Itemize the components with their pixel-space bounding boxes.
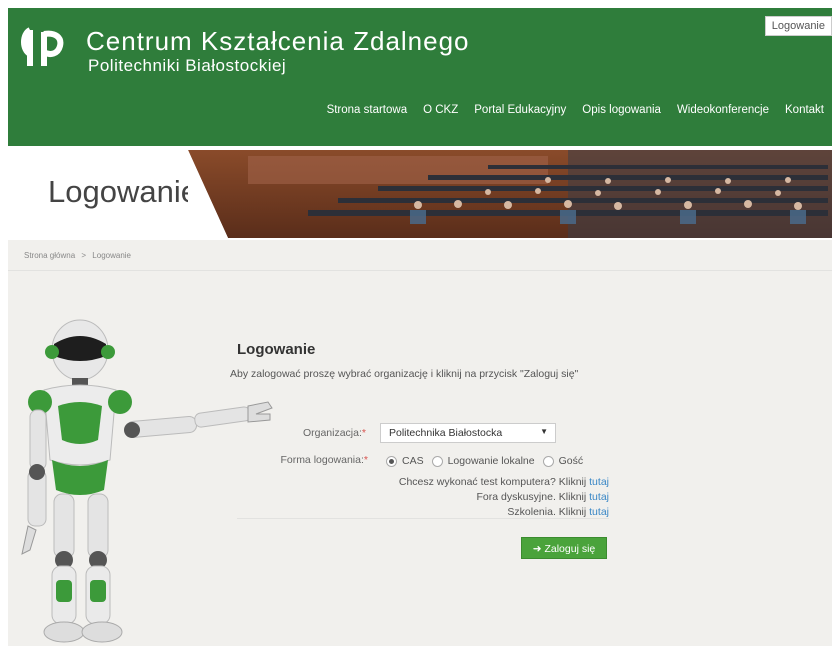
- info-row-computer-test: Chcesz wykonać test komputera? Kliknij t…: [398, 476, 609, 488]
- nav-portal[interactable]: Portal Edukacyjny: [466, 104, 574, 116]
- form-intro: Aby zalogować proszę wybrać organizację …: [230, 368, 579, 380]
- breadcrumb-separator: >: [81, 251, 87, 260]
- required-mark: *: [363, 454, 368, 466]
- info-row-forums: Fora dyskusyjne. Kliknij tutaj: [476, 491, 610, 503]
- login-method-options: CAS Logowanie lokalne Gość: [386, 455, 583, 467]
- login-method-label: Forma logowania:*: [280, 454, 368, 466]
- main-content: Strona główna > Logowanie Logowanie Aby …: [8, 240, 832, 646]
- nav-contact[interactable]: Kontakt: [777, 104, 832, 116]
- trainings-link[interactable]: tutaj: [589, 506, 609, 518]
- header-login-link[interactable]: Logowanie: [764, 16, 832, 36]
- site-title-line1: Centrum Kształcenia Zdalnego: [86, 26, 470, 56]
- radio-local[interactable]: Logowanie lokalne: [431, 455, 535, 467]
- radio-guest[interactable]: Gość: [542, 455, 583, 467]
- logo-icon: [21, 27, 64, 66]
- page-banner: Logowanie: [8, 150, 832, 238]
- login-submit-button[interactable]: ➜ Zaloguj się: [521, 537, 607, 559]
- arrow-right-icon: ➜: [532, 543, 542, 555]
- breadcrumb-home[interactable]: Strona główna: [24, 251, 75, 260]
- site-title-line2: Politechniki Białostockiej: [88, 56, 287, 75]
- required-mark: *: [361, 427, 366, 439]
- breadcrumb: Strona główna > Logowanie: [24, 251, 131, 260]
- radio-icon: [431, 455, 443, 467]
- banner-title: Logowanie: [48, 174, 198, 209]
- nav-videoconference[interactable]: Wideokonferencje: [669, 104, 777, 116]
- computer-test-link[interactable]: tutaj: [589, 476, 609, 488]
- nav-login-guide[interactable]: Opis logowania: [574, 104, 669, 116]
- site-header: Centrum Kształcenia Zdalnego Politechnik…: [8, 8, 832, 146]
- radio-cas[interactable]: CAS: [386, 455, 424, 467]
- robot-illustration: [21, 319, 273, 643]
- forums-link[interactable]: tutaj: [589, 491, 609, 503]
- nav-about[interactable]: O CKZ: [415, 104, 466, 116]
- organization-select[interactable]: Politechnika Białostocka ▼: [380, 423, 556, 443]
- form-divider: [237, 518, 609, 519]
- breadcrumb-divider: [8, 270, 832, 271]
- lecture-hall-photo: [188, 150, 832, 238]
- chevron-down-icon: ▼: [540, 427, 548, 436]
- radio-icon: [542, 455, 554, 467]
- radio-checked-icon: [386, 455, 397, 467]
- organization-label: Organizacja:*: [302, 427, 366, 439]
- nav-home[interactable]: Strona startowa: [319, 104, 416, 116]
- breadcrumb-current: Logowanie: [92, 251, 131, 260]
- main-nav: Strona startowa O CKZ Portal Edukacyjny …: [319, 104, 832, 116]
- info-row-trainings: Szkolenia. Kliknij tutaj: [507, 506, 609, 518]
- organization-value: Politechnika Białostocka: [389, 427, 503, 439]
- form-title: Logowanie: [237, 341, 316, 358]
